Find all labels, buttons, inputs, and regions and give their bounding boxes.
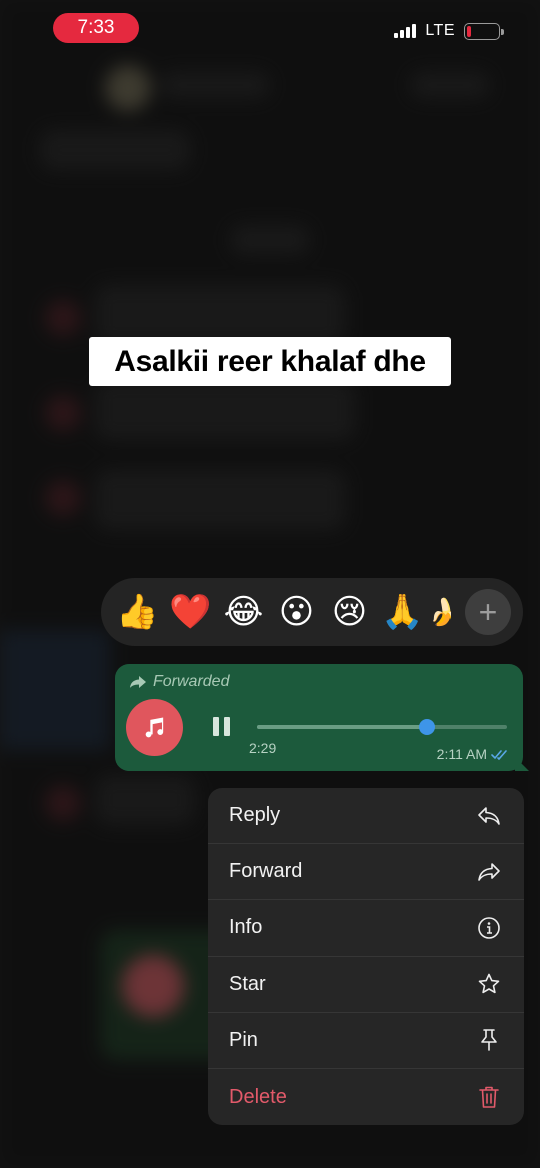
reply-icon: [476, 803, 502, 829]
reaction-partial[interactable]: 🍌: [429, 578, 451, 646]
audio-duration: 2:29: [249, 740, 277, 756]
menu-item-info[interactable]: Info: [208, 900, 524, 957]
music-note-icon: [126, 699, 183, 756]
audio-scrubber-knob[interactable]: [419, 719, 435, 735]
star-icon: [476, 971, 502, 997]
menu-label-pin: Pin: [229, 1028, 258, 1051]
pin-icon: [476, 1027, 502, 1053]
message-context-menu: Reply Forward Info Star Pin Delete: [208, 788, 524, 1125]
reaction-surprised[interactable]: 😮: [270, 578, 323, 646]
reaction-laughing[interactable]: 😂: [217, 578, 270, 646]
timestamp-label: 2:11 AM: [436, 746, 487, 762]
menu-item-star[interactable]: Star: [208, 957, 524, 1013]
menu-label-delete: Delete: [229, 1085, 287, 1108]
menu-item-reply[interactable]: Reply: [208, 788, 524, 845]
menu-label-reply: Reply: [229, 804, 281, 827]
forwarded-indicator: Forwarded: [129, 673, 229, 691]
forward-arrow-icon: [130, 676, 146, 688]
info-icon: [476, 915, 502, 941]
reaction-thumbs-up[interactable]: 👍: [111, 578, 164, 646]
menu-label-info: Info: [229, 916, 263, 939]
battery-icon: [464, 22, 504, 40]
message-timestamp: 2:11 AM: [437, 746, 509, 762]
menu-item-delete[interactable]: Delete: [208, 1069, 524, 1125]
forward-icon: [476, 859, 502, 885]
trash-icon: [476, 1084, 502, 1110]
more-reactions-button[interactable]: +: [465, 589, 511, 635]
network-label: LTE: [425, 22, 455, 39]
pause-button[interactable]: [213, 717, 230, 736]
reaction-bar: 👍 ❤️ 😂 😮 😢 🙏 🍌 +: [101, 578, 523, 646]
forwarded-label: Forwarded: [153, 673, 230, 690]
voice-message-bubble[interactable]: Forwarded 2:29 2:11 AM: [115, 664, 523, 771]
audio-progress-fill: [257, 725, 427, 729]
audio-progress-slider[interactable]: [257, 719, 507, 735]
reaction-praying[interactable]: 🙏: [376, 578, 429, 646]
status-indicators: LTE: [394, 22, 504, 40]
menu-label-forward: Forward: [229, 860, 303, 883]
video-caption: Asalkii reer khalaf dhe: [89, 337, 451, 386]
menu-item-forward[interactable]: Forward: [208, 844, 524, 901]
reaction-crying[interactable]: 😢: [323, 578, 376, 646]
signal-icon: [394, 24, 417, 38]
menu-item-pin[interactable]: Pin: [208, 1013, 524, 1069]
status-time: 7:33: [53, 13, 139, 43]
double-check-icon: [491, 749, 507, 760]
menu-label-star: Star: [229, 972, 266, 995]
reaction-heart[interactable]: ❤️: [164, 578, 217, 646]
